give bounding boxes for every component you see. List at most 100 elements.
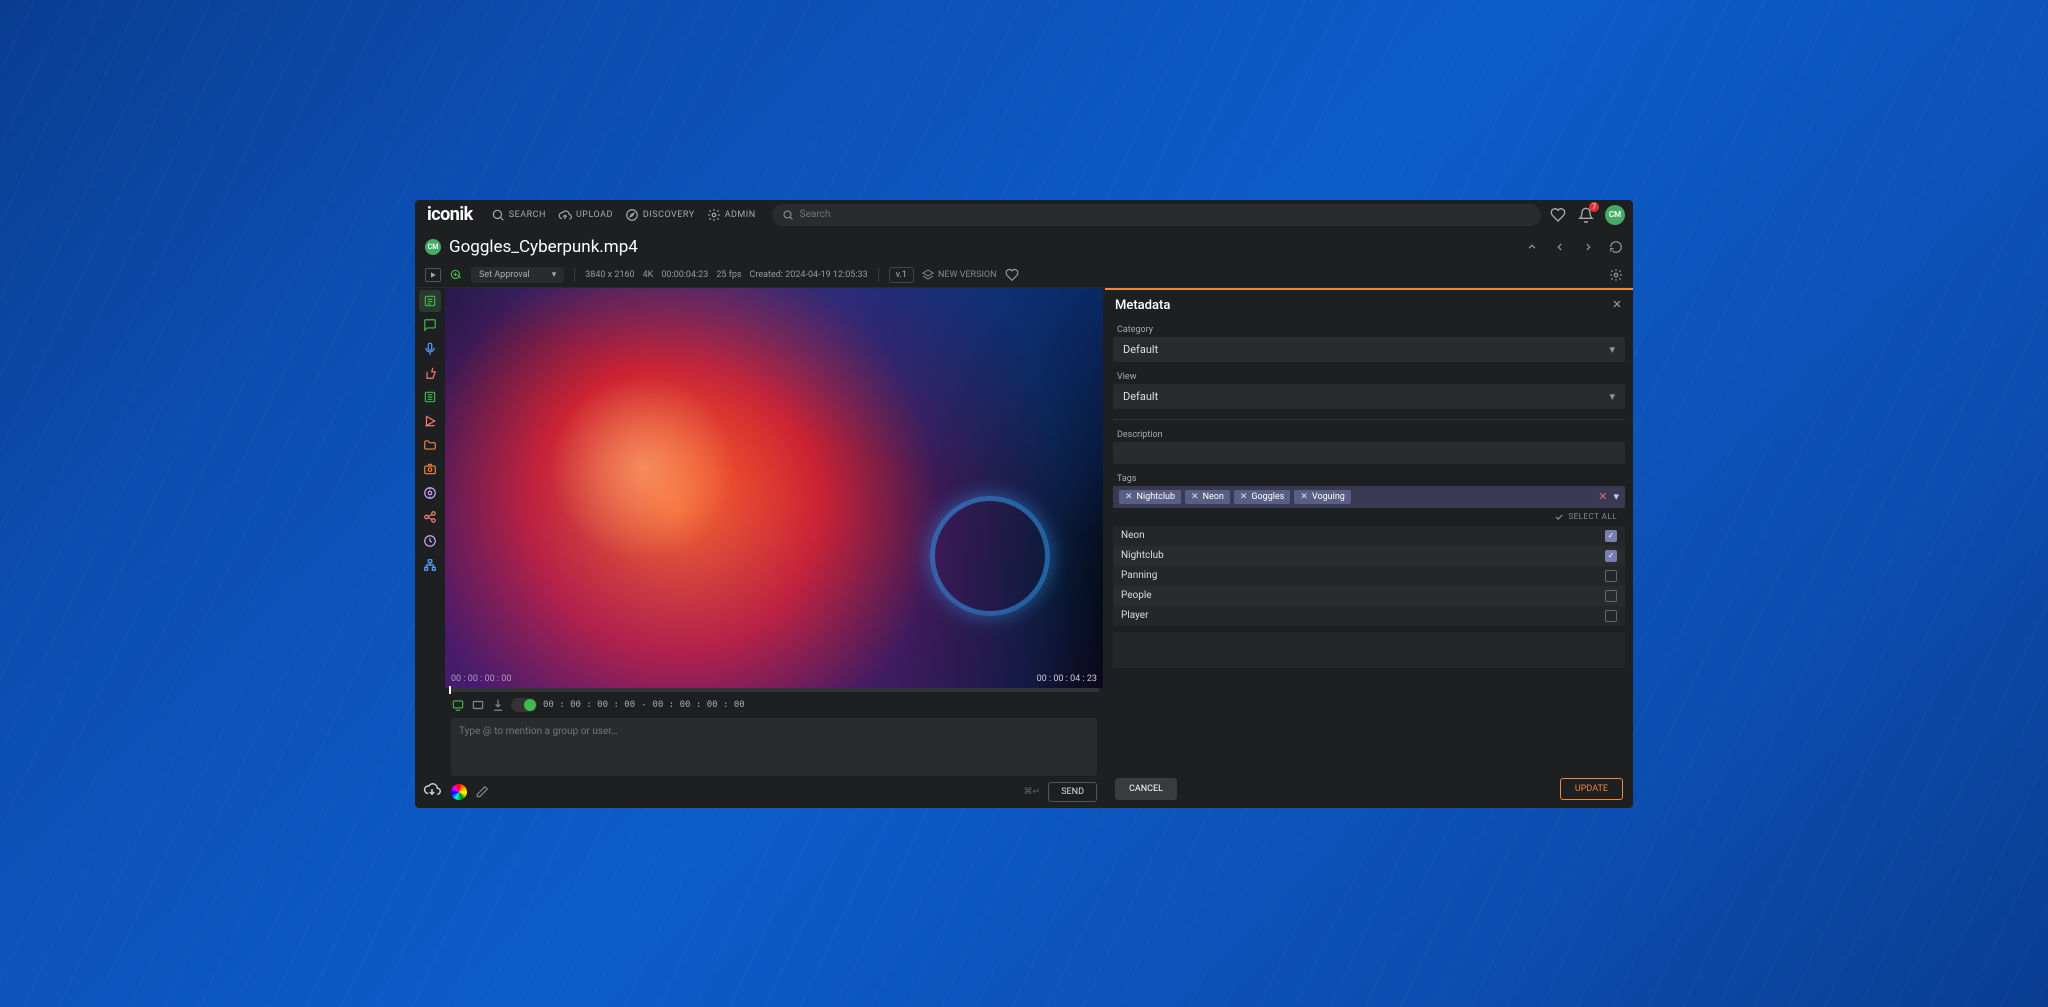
chevron-right-icon[interactable] (1581, 240, 1595, 254)
nav-admin-label: ADMIN (725, 210, 756, 220)
update-button[interactable]: UPDATE (1560, 778, 1623, 800)
tool-share[interactable] (419, 506, 441, 528)
refresh-icon[interactable] (1609, 240, 1623, 254)
scrub-bar[interactable] (449, 688, 1099, 692)
tool-metadata[interactable] (419, 290, 441, 312)
zoom-icon[interactable] (449, 268, 463, 282)
tool-capture[interactable] (419, 458, 441, 480)
user-avatar[interactable]: CM (1605, 205, 1625, 225)
view-select[interactable]: Default ▾ (1113, 384, 1625, 409)
tag-chip-label: Goggles (1251, 492, 1284, 502)
tool-access[interactable] (419, 482, 441, 504)
cloud-download-icon[interactable] (423, 780, 441, 798)
tool-clip[interactable] (419, 410, 441, 432)
tag-option[interactable]: People (1113, 586, 1625, 606)
tag-checkbox[interactable] (1605, 610, 1617, 622)
check-icon (1554, 512, 1564, 522)
tag-chip[interactable]: ✕Neon (1185, 490, 1230, 504)
favorites-button[interactable] (1549, 206, 1567, 224)
pencil-icon[interactable] (475, 785, 489, 799)
video-viewer[interactable]: 00 : 00 : 00 : 00 00 : 00 : 04 : 23 (445, 288, 1103, 688)
play-button[interactable] (425, 268, 441, 282)
chevron-down-icon: ▾ (1609, 390, 1615, 403)
tag-checkbox[interactable] (1605, 550, 1617, 562)
compass-icon (625, 208, 639, 222)
remove-tag-icon[interactable]: ✕ (1300, 492, 1308, 502)
new-version-button[interactable]: NEW VERSION (922, 269, 997, 281)
settings-icon[interactable] (1609, 268, 1623, 282)
version-badge[interactable]: v.1 (889, 267, 914, 283)
description-input[interactable] (1113, 442, 1625, 464)
quality-badge: 4K (643, 270, 654, 280)
tool-details[interactable] (419, 386, 441, 408)
remove-tag-icon[interactable]: ✕ (1125, 492, 1133, 502)
category-value: Default (1123, 343, 1158, 356)
main-nav: SEARCH UPLOAD DISCOVERY ADMIN (491, 208, 756, 222)
tool-transcribe[interactable] (419, 338, 441, 360)
frame-icon[interactable] (471, 698, 485, 712)
tool-hierarchy[interactable] (419, 554, 441, 576)
top-bar: iconik SEARCH UPLOAD DISCOVERY ADMIN (415, 200, 1633, 230)
global-search[interactable] (772, 204, 1541, 226)
tag-option[interactable]: Panning (1113, 566, 1625, 586)
side-tool-rail (415, 288, 445, 808)
comment-actions: ⌘↵ SEND (445, 776, 1103, 808)
notifications-button[interactable]: 7 (1577, 206, 1595, 224)
tag-option-label: Neon (1121, 530, 1145, 541)
duration-text: 00:00:04:23 (661, 270, 708, 280)
tool-folder[interactable] (419, 434, 441, 456)
select-all-button[interactable]: SELECT ALL (1109, 508, 1629, 526)
range-in: 00 : 00 : 00 : 00 (543, 700, 635, 710)
category-select[interactable]: Default ▾ (1113, 337, 1625, 362)
annotate-icon[interactable] (451, 698, 465, 712)
color-picker[interactable] (451, 784, 467, 800)
heart-icon[interactable] (1005, 268, 1019, 282)
tag-checkbox[interactable] (1605, 590, 1617, 602)
asset-title: Goggles_Cyberpunk.mp4 (449, 237, 638, 257)
nav-admin[interactable]: ADMIN (707, 208, 756, 222)
chevron-up-icon[interactable] (1525, 240, 1539, 254)
chevron-down-icon: ▾ (552, 270, 557, 280)
search-input[interactable] (800, 209, 1531, 220)
comment-textarea[interactable] (459, 726, 1089, 748)
cancel-button[interactable]: CANCEL (1115, 778, 1177, 800)
resolution-text: 3840 x 2160 (585, 270, 634, 280)
nav-discovery[interactable]: DISCOVERY (625, 208, 695, 222)
tag-checkbox[interactable] (1605, 570, 1617, 582)
tool-history[interactable] (419, 530, 441, 552)
remove-tag-icon[interactable]: ✕ (1240, 492, 1248, 502)
nav-search-label: SEARCH (509, 210, 546, 220)
remove-tag-icon[interactable]: ✕ (1191, 492, 1199, 502)
approval-label: Set Approval (479, 270, 530, 280)
brand-logo[interactable]: iconik (423, 204, 477, 225)
chevron-left-icon[interactable] (1553, 240, 1567, 254)
approval-dropdown[interactable]: Set Approval ▾ (471, 267, 564, 283)
chevron-down-icon[interactable]: ▾ (1613, 490, 1619, 503)
owner-avatar[interactable]: CM (425, 239, 441, 255)
range-toggle[interactable] (511, 698, 537, 712)
tag-option[interactable]: Nightclub (1113, 546, 1625, 566)
tag-option[interactable]: Player (1113, 606, 1625, 626)
send-shortcut: ⌘↵ (1024, 787, 1041, 797)
nav-upload[interactable]: UPLOAD (558, 208, 613, 222)
tag-option[interactable]: Neon (1113, 526, 1625, 546)
tool-comments[interactable] (419, 314, 441, 336)
download-icon[interactable] (491, 698, 505, 712)
tool-approve[interactable] (419, 362, 441, 384)
tag-checkbox[interactable] (1605, 530, 1617, 542)
close-panel-button[interactable] (1611, 298, 1623, 313)
asset-info-row: Set Approval ▾ 3840 x 2160 4K 00:00:04:2… (415, 264, 1633, 288)
clear-tags-icon[interactable]: ✕ (1598, 490, 1607, 503)
app-window: iconik SEARCH UPLOAD DISCOVERY ADMIN (415, 200, 1633, 808)
tag-chip[interactable]: ✕Nightclub (1119, 490, 1181, 504)
tag-chip-label: Voguing (1312, 492, 1345, 502)
tag-chip[interactable]: ✕Goggles (1234, 490, 1291, 504)
nav-search[interactable]: SEARCH (491, 208, 546, 222)
send-button[interactable]: SEND (1048, 782, 1097, 802)
range-out: 00 : 00 : 00 : 00 (653, 700, 745, 710)
tag-chip[interactable]: ✕ Voguing (1294, 490, 1350, 504)
video-content (930, 496, 1050, 616)
comment-box[interactable] (451, 718, 1097, 776)
extra-field[interactable] (1113, 632, 1625, 668)
tags-input[interactable]: ✕Nightclub✕Neon✕Goggles✕Voguing ✕ ▾ (1113, 486, 1625, 508)
